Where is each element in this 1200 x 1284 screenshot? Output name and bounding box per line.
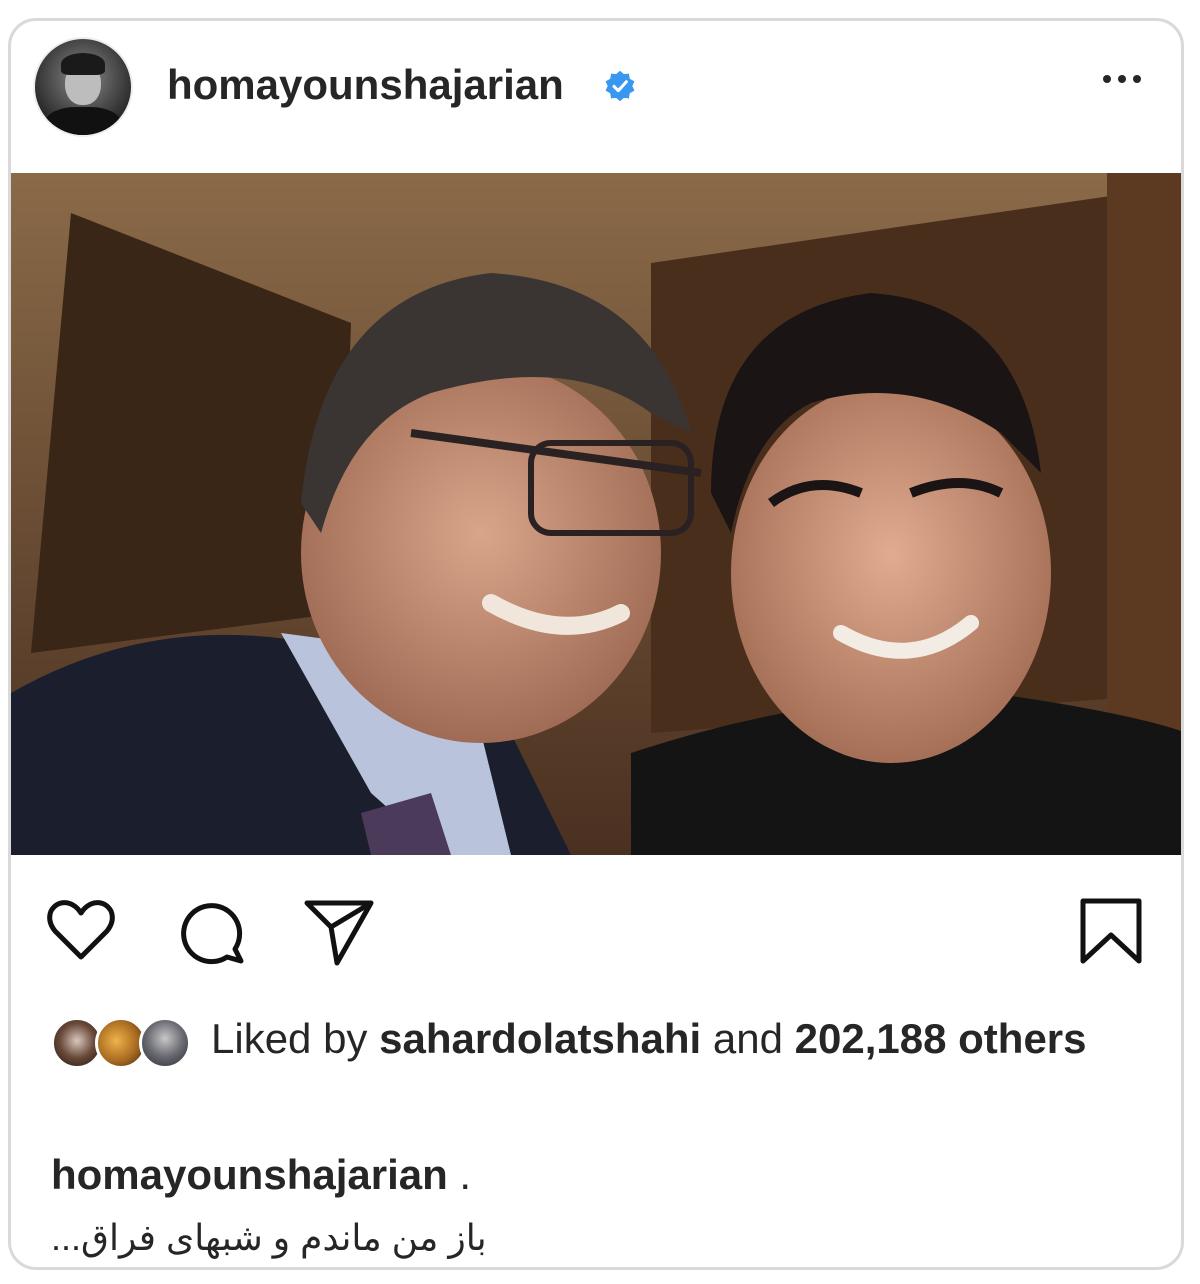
- heart-icon[interactable]: [41, 891, 121, 971]
- bookmark-icon[interactable]: [1071, 891, 1151, 971]
- comment-icon[interactable]: [171, 891, 251, 971]
- caption-username-row: homayounshajarian .: [51, 1151, 471, 1199]
- post-photo[interactable]: [11, 173, 1181, 855]
- send-icon[interactable]: [299, 891, 379, 971]
- likes-suffix[interactable]: others: [958, 1015, 1086, 1062]
- photo-illustration: [11, 173, 1181, 855]
- liker-avatar[interactable]: [139, 1017, 191, 1069]
- post-actions: [11, 891, 1181, 971]
- profile-avatar[interactable]: [33, 37, 133, 137]
- liked-by-user[interactable]: sahardolatshahi: [379, 1015, 701, 1062]
- more-options-icon[interactable]: [1103, 75, 1141, 83]
- caption-username[interactable]: homayounshajarian: [51, 1151, 448, 1198]
- liked-by-connector: and: [712, 1015, 783, 1062]
- likes-count[interactable]: 202,188: [795, 1015, 947, 1062]
- liked-by-prefix: Liked by: [211, 1015, 368, 1062]
- caption-dot: .: [447, 1151, 472, 1198]
- liked-by-avatars[interactable]: [51, 1017, 201, 1073]
- likes-text: Liked by sahardolatshahi and 202,188 oth…: [211, 1013, 1111, 1065]
- caption-text: باز من ماندم و شبهای فراق...: [51, 1217, 487, 1258]
- post-username[interactable]: homayounshajarian: [167, 61, 564, 109]
- post-card: homayounshajarian Liked by sahardolatsha…: [8, 18, 1184, 1270]
- verified-badge-icon: [605, 70, 635, 102]
- post-header: homayounshajarian: [11, 21, 1181, 171]
